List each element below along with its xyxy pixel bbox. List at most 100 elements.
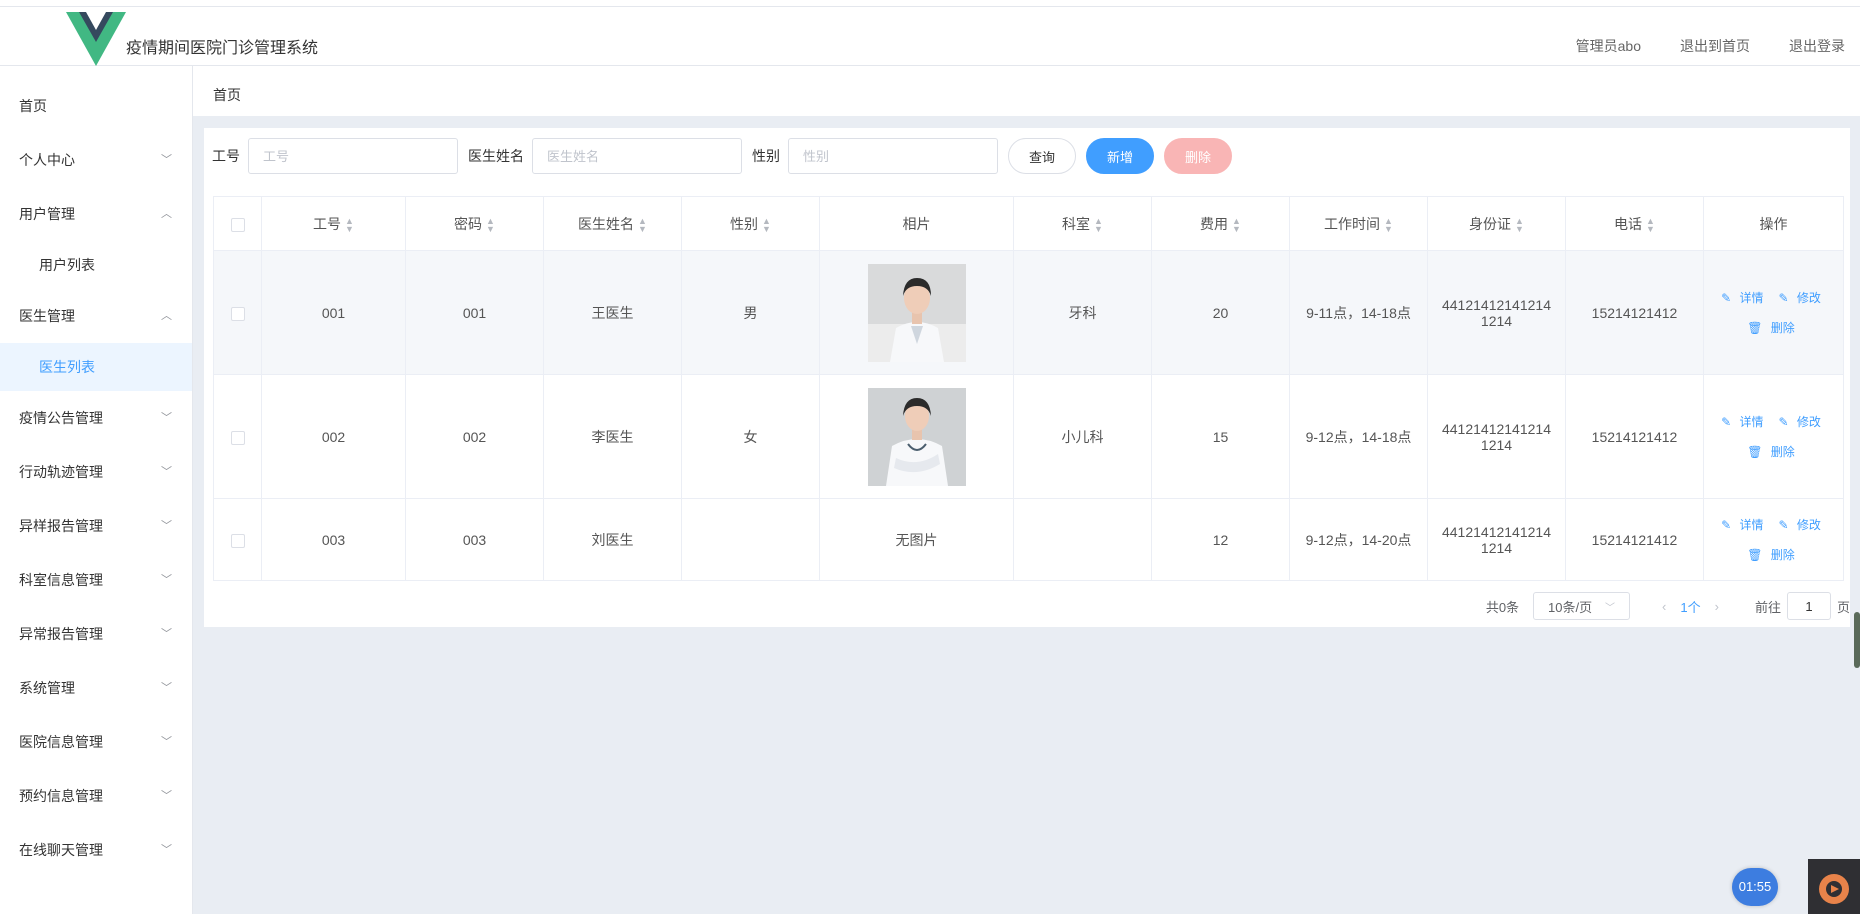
sidebar-item-epidemic-notice[interactable]: 疫情公告管理 ﹀ <box>0 391 192 445</box>
chevron-down-icon: ﹀ <box>161 412 172 424</box>
cell-operations: ✎ 详情 ✎ 修改 🗑 删除 <box>1703 498 1844 581</box>
chevron-down-icon: ﹀ <box>1605 602 1616 614</box>
doctor-photo[interactable] <box>867 387 966 486</box>
edit-button[interactable]: ✎ 修改 <box>1779 291 1826 305</box>
detail-button[interactable]: ✎ 详情 <box>1721 518 1768 532</box>
cell-password: 001 <box>405 250 544 375</box>
sidebar-item-department-info[interactable]: 科室信息管理 ﹀ <box>0 553 192 607</box>
back-home-link[interactable]: 退出到首页 <box>1680 36 1750 56</box>
col-work-time[interactable]: 工作时间 ▲ ▼ <box>1289 196 1428 251</box>
logout-link[interactable]: 退出登录 <box>1789 36 1845 56</box>
cell-operations: ✎ 详情 ✎ 修改 🗑 删除 <box>1703 250 1844 375</box>
sort-icon[interactable]: ▲ ▼ <box>638 216 647 233</box>
sidebar-subitem-user-list[interactable]: 用户列表 <box>0 241 192 289</box>
sidebar-item-label: 科室信息管理 <box>19 572 103 588</box>
delete-button[interactable]: 🗑 删除 <box>1747 321 1800 335</box>
record-gear-icon[interactable] <box>1808 859 1860 914</box>
pagination-total: 共0条 <box>1485 599 1520 615</box>
row-checkbox[interactable] <box>230 306 245 321</box>
sidebar-item-home[interactable]: 首页 <box>0 79 192 133</box>
sidebar-item-exception-report[interactable]: 异常报告管理 ﹀ <box>0 607 192 661</box>
recorder-widget[interactable] <box>1808 859 1860 914</box>
sidebar-item-trajectory[interactable]: 行动轨迹管理 ﹀ <box>0 445 192 499</box>
sort-icon[interactable]: ▲ ▼ <box>1515 216 1524 233</box>
admin-user-link[interactable]: 管理员abo <box>1576 36 1641 56</box>
row-checkbox[interactable] <box>230 533 245 548</box>
edge-scroll-handle[interactable] <box>1854 612 1860 668</box>
doctor-name-input[interactable] <box>532 138 742 174</box>
prev-page-button[interactable]: ‹ <box>1662 599 1666 614</box>
sidebar-item-appointment[interactable]: 预约信息管理 ﹀ <box>0 769 192 823</box>
add-button[interactable]: 新增 <box>1086 138 1155 174</box>
sidebar-subitem-doctor-list[interactable]: 医生列表 <box>0 343 192 391</box>
row-select-cell <box>213 374 262 499</box>
chevron-down-icon: ﹀ <box>161 790 172 802</box>
cell-operations: ✎ 详情 ✎ 修改 🗑 删除 <box>1703 374 1844 499</box>
sort-icon[interactable]: ▲ ▼ <box>486 216 495 233</box>
query-button[interactable]: 查询 <box>1008 138 1077 174</box>
col-phone[interactable]: 电话 ▲ ▼ <box>1565 196 1704 251</box>
cell-job-no: 002 <box>261 374 406 499</box>
job-no-input[interactable] <box>248 138 458 174</box>
breadcrumb[interactable]: 首页 <box>213 85 241 105</box>
sidebar-item-hospital-info[interactable]: 医院信息管理 ﹀ <box>0 715 192 769</box>
cell-photo: 无图片 <box>819 498 1014 581</box>
sidebar-item-user-management[interactable]: 用户管理 ︿ <box>0 187 192 241</box>
gender-label: 性别 <box>752 148 780 164</box>
goto-page: 前往 页 <box>1755 592 1850 620</box>
col-id-card[interactable]: 身份证 ▲ ▼ <box>1427 196 1566 251</box>
sidebar-item-doctor-management[interactable]: 医生管理 ︿ <box>0 289 192 343</box>
delete-button[interactable]: 🗑 删除 <box>1747 548 1800 562</box>
col-password[interactable]: 密码 ▲ ▼ <box>405 196 544 251</box>
recording-timer[interactable]: 01:55 <box>1732 868 1778 906</box>
col-fee[interactable]: 费用 ▲ ▼ <box>1151 196 1290 251</box>
cell-work-time: 9-11点，14-18点 <box>1289 250 1428 375</box>
goto-page-input[interactable] <box>1786 592 1831 620</box>
sidebar-item-label: 用户管理 <box>19 206 75 222</box>
detail-button[interactable]: ✎ 详情 <box>1721 415 1768 429</box>
detail-button[interactable]: ✎ 详情 <box>1721 291 1768 305</box>
vue-logo-icon <box>66 12 126 66</box>
col-job-no[interactable]: 工号 ▲ ▼ <box>261 196 406 251</box>
cell-work-time: 9-12点，14-20点 <box>1289 498 1428 581</box>
sidebar-item-system[interactable]: 系统管理 ﹀ <box>0 661 192 715</box>
sidebar-item-anomaly-report[interactable]: 异样报告管理 ﹀ <box>0 499 192 553</box>
sort-icon[interactable]: ▲ ▼ <box>1232 216 1241 233</box>
sort-icon[interactable]: ▲ ▼ <box>1646 216 1655 233</box>
sort-icon[interactable]: ▲ ▼ <box>762 216 771 233</box>
sort-icon[interactable]: ▲ ▼ <box>1384 216 1393 233</box>
cell-photo <box>819 374 1014 499</box>
next-page-button[interactable]: › <box>1715 599 1719 614</box>
sidebar-item-label: 个人中心 <box>19 152 75 168</box>
cell-job-no: 001 <box>261 250 406 375</box>
gender-input[interactable] <box>788 138 998 174</box>
row-checkbox[interactable] <box>230 430 245 445</box>
table-row[interactable]: 002 002 李医生 女 小儿科 15 9-12点，14-18点 441214… <box>213 374 1844 499</box>
col-gender[interactable]: 性别 ▲ ▼ <box>681 196 820 251</box>
col-department[interactable]: 科室 ▲ ▼ <box>1013 196 1152 251</box>
chevron-down-icon: ﹀ <box>161 466 172 478</box>
edit-button[interactable]: ✎ 修改 <box>1779 518 1826 532</box>
cell-doctor-name: 刘医生 <box>543 498 682 581</box>
table-row[interactable]: 003 003 刘医生 无图片 12 9-12点，14-20点 44121412… <box>213 498 1844 581</box>
col-doctor-name[interactable]: 医生姓名 ▲ ▼ <box>543 196 682 251</box>
sidebar-item-online-chat[interactable]: 在线聊天管理 ﹀ <box>0 823 192 877</box>
cell-work-time: 9-12点，14-18点 <box>1289 374 1428 499</box>
sidebar-item-personal-center[interactable]: 个人中心 ﹀ <box>0 133 192 187</box>
sidebar-item-label: 医生管理 <box>19 308 75 324</box>
batch-delete-button[interactable]: 删除 <box>1164 138 1233 174</box>
table-row[interactable]: 001 001 王医生 男 牙科 20 9-11点，14-18点 4412141… <box>213 250 1844 375</box>
doctor-photo[interactable] <box>867 263 966 362</box>
sort-icon[interactable]: ▲ ▼ <box>1094 216 1103 233</box>
select-all-checkbox[interactable] <box>230 217 245 232</box>
sidebar: 首页 个人中心 ﹀ 用户管理 ︿ 用户列表 医生管理 ︿ 医生列表 疫情公告管理 ﹀ 行… <box>0 66 193 914</box>
edit-button[interactable]: ✎ 修改 <box>1779 415 1826 429</box>
chevron-down-icon: ﹀ <box>161 736 172 748</box>
search-form: 工号 医生姓名 性别 查询 新增 删除 <box>212 138 1233 174</box>
row-select-cell <box>213 498 262 581</box>
delete-button[interactable]: 🗑 删除 <box>1747 445 1800 459</box>
sidebar-item-label: 异常报告管理 <box>19 626 103 642</box>
current-page[interactable]: 1个 <box>1680 597 1700 616</box>
sort-icon[interactable]: ▲ ▼ <box>345 216 354 233</box>
page-size-select[interactable]: 10条/页 ﹀ <box>1533 592 1631 620</box>
